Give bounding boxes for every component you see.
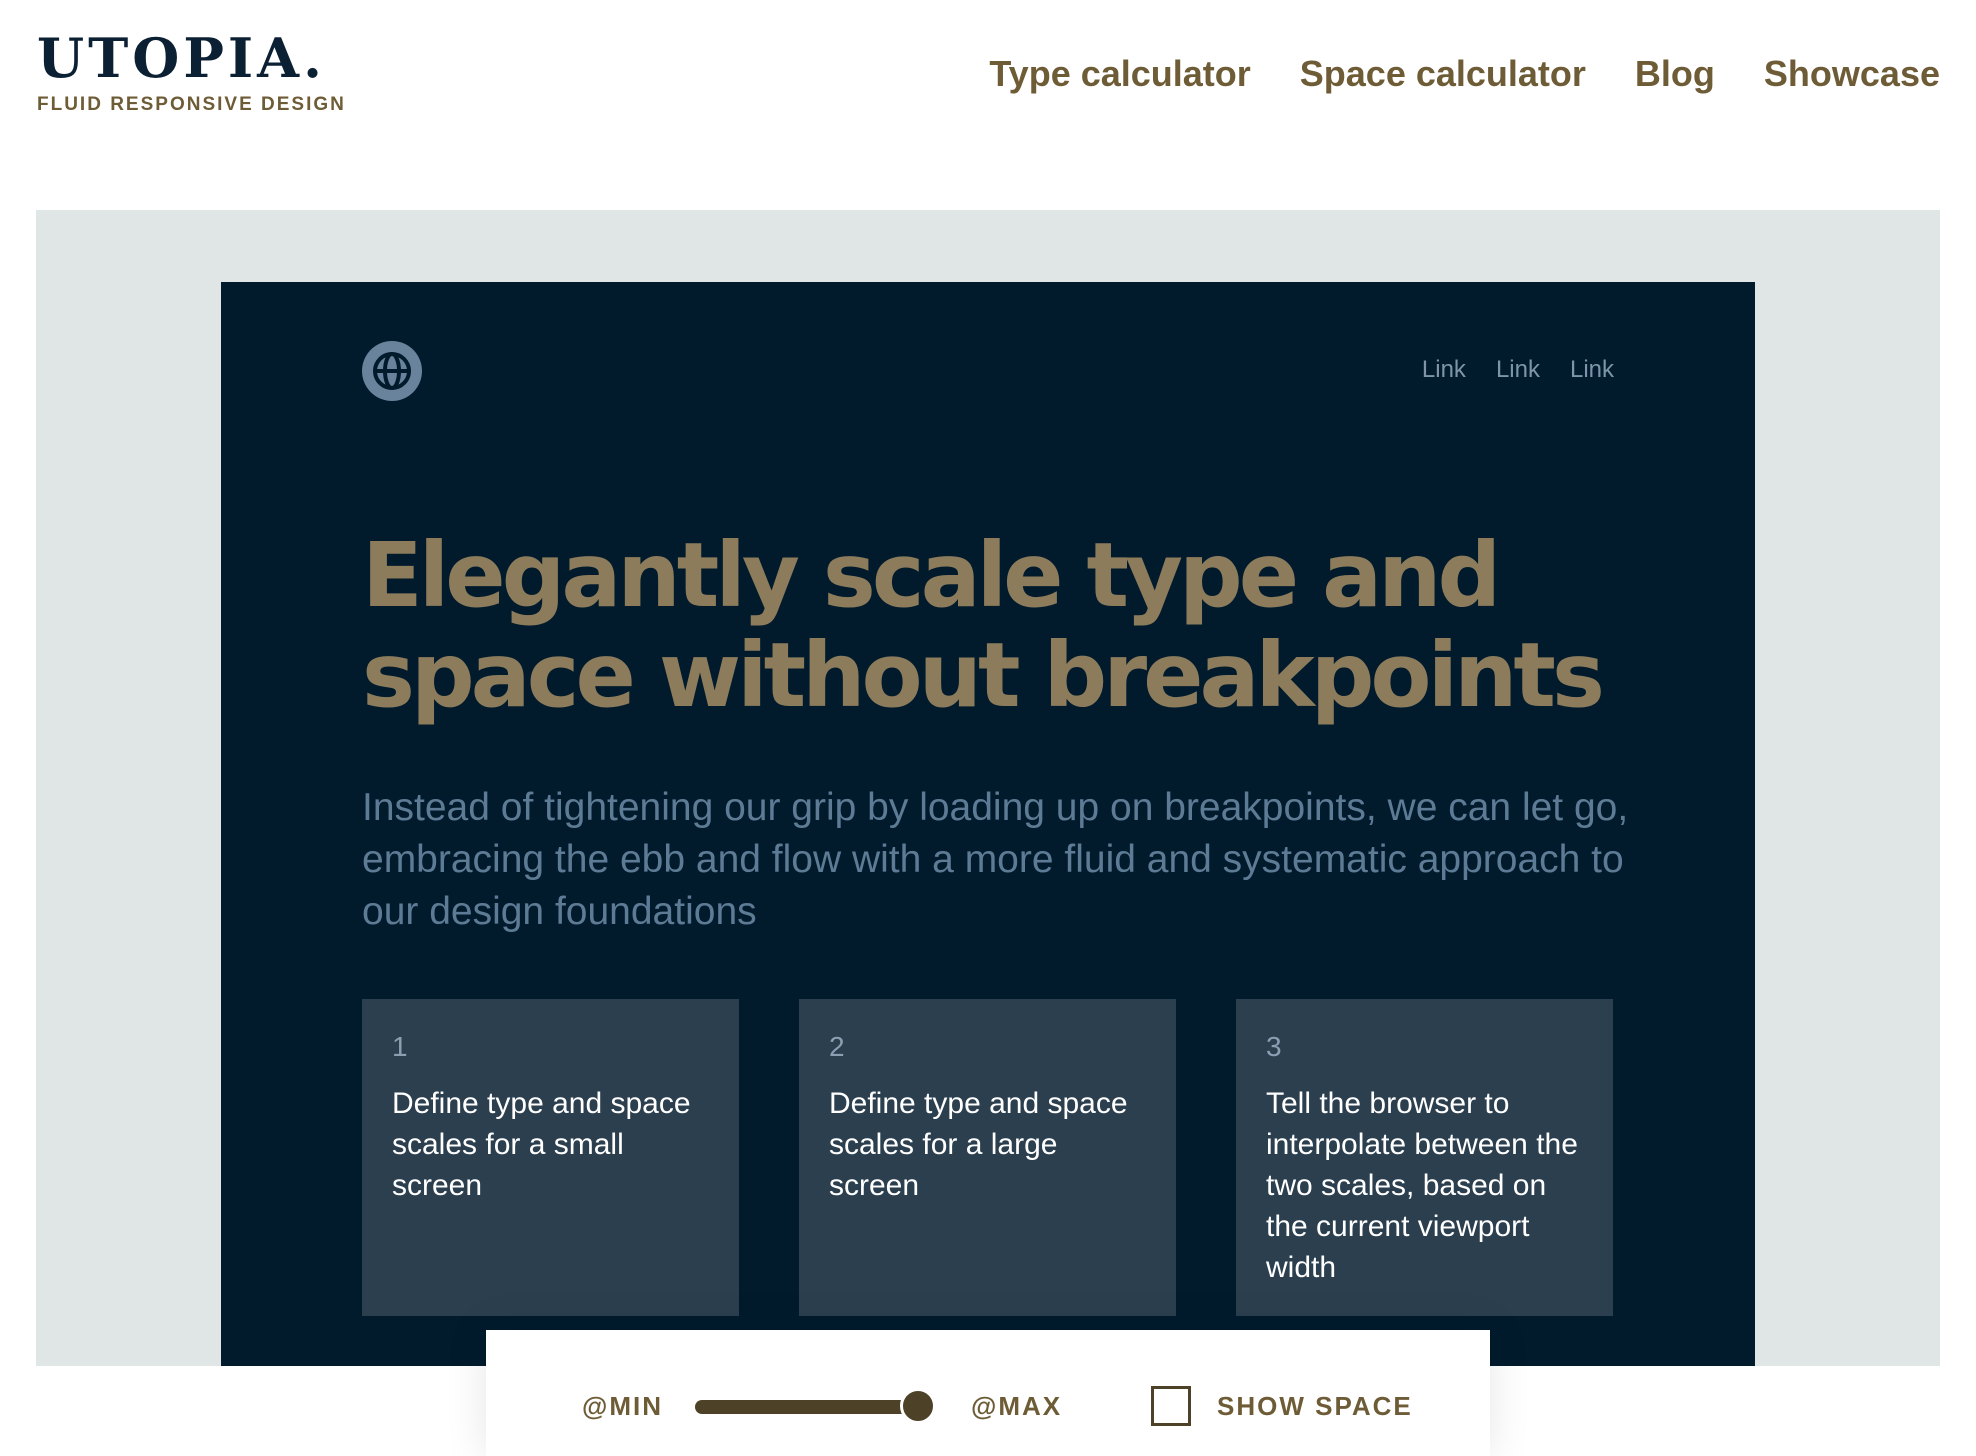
brand-subtitle: FLUID RESPONSIVE DESIGN (37, 94, 346, 115)
nav-blog[interactable]: Blog (1635, 50, 1715, 98)
step-card: 3 Tell the browser to interpolate betwee… (1236, 999, 1613, 1316)
brand-logo[interactable]: UTOPIA. FLUID RESPONSIVE DESIGN (37, 28, 346, 116)
min-label: @MIN (582, 1391, 664, 1421)
show-space-checkbox[interactable] (1151, 1386, 1191, 1426)
step-number: 1 (392, 1031, 408, 1062)
step-number: 2 (829, 1031, 845, 1062)
nav-type-calculator[interactable]: Type calculator (989, 50, 1250, 98)
show-space-label[interactable]: SHOW SPACE (1217, 1391, 1413, 1421)
step-text: Define type and space scales for a small… (392, 1087, 691, 1202)
step-text: Tell the browser to interpolate between … (1266, 1087, 1578, 1284)
step-text: Define type and space scales for a large… (829, 1087, 1128, 1202)
top-navigation: Type calculator Space calculator Blog Sh… (989, 50, 1940, 98)
hero-preview: Link Link Link Elegantly scale type and … (221, 282, 1755, 1366)
hero-link-3[interactable]: Link (1570, 354, 1614, 386)
globe-icon[interactable] (362, 341, 422, 401)
step-number: 3 (1266, 1031, 1282, 1062)
nav-showcase[interactable]: Showcase (1764, 50, 1940, 98)
hero-title: Elegantly scale type and space without b… (362, 523, 1605, 727)
brand-title: UTOPIA. (37, 26, 326, 90)
hero-link-1[interactable]: Link (1422, 354, 1466, 386)
steps-list: 1 Define type and space scales for a sma… (362, 999, 1613, 1316)
hero-link-2[interactable]: Link (1496, 354, 1540, 386)
nav-space-calculator[interactable]: Space calculator (1300, 50, 1586, 98)
step-card: 2 Define type and space scales for a lar… (799, 999, 1176, 1316)
step-card: 1 Define type and space scales for a sma… (362, 999, 739, 1316)
slider-thumb[interactable] (900, 1388, 936, 1424)
hero-links: Link Link Link (1422, 354, 1614, 386)
viewport-controls: @MIN @MAX SHOW SPACE (486, 1330, 1490, 1456)
max-label: @MAX (971, 1391, 1063, 1421)
viewport-slider[interactable] (695, 1400, 925, 1414)
hero-intro: Instead of tightening our grip by loadin… (362, 786, 1629, 933)
